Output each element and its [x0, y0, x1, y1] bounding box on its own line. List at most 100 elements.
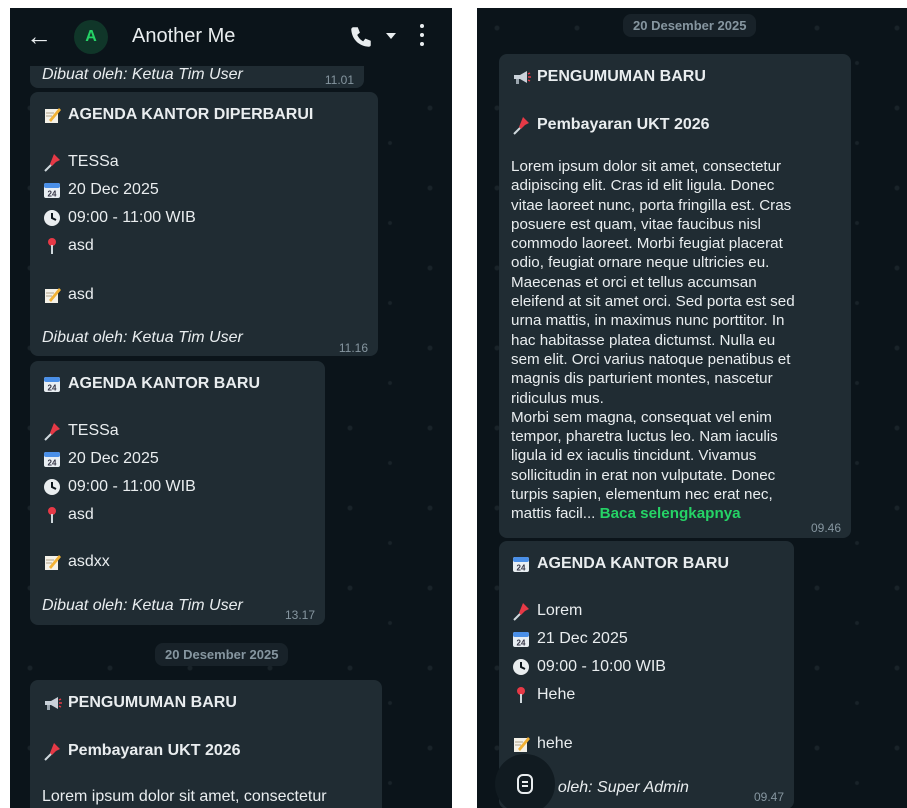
- time-row: 09:00 - 11:00 WIB: [42, 476, 196, 497]
- message-title-row: AGENDA KANTOR DIPERBARUI: [42, 104, 313, 125]
- avatar[interactable]: A: [74, 20, 108, 54]
- clock-icon: [43, 477, 61, 496]
- calendar-icon: [513, 631, 529, 647]
- message-bubble-agenda-updated[interactable]: AGENDA KANTOR DIPERBARUI TESSa 20 Dec 20…: [30, 92, 378, 356]
- subject-row: Pembayaran UKT 2026: [511, 114, 710, 135]
- creator-text: Dibuat oleh: Ketua Tim User: [42, 329, 243, 346]
- date-separator: 20 Desember 2025: [623, 14, 757, 37]
- body-line: tempor, pharetra luctus leo. Nam iaculis: [511, 428, 778, 446]
- memo-icon: [44, 554, 62, 570]
- pushpin-icon: [513, 601, 530, 621]
- chat-screen-left: ← A Another Me Dibuat oleh: Ketua Tim Us…: [10, 8, 452, 808]
- note-text: asdxx: [68, 553, 110, 570]
- body-line: adipiscing elit. Cras id elit ligula. Do…: [511, 177, 775, 195]
- topic-text: TESSa: [68, 153, 119, 170]
- floating-action-button[interactable]: [495, 754, 555, 808]
- location-pin-icon: [47, 505, 57, 524]
- pushpin-icon: [44, 421, 61, 441]
- body-line: sem elit. Orci varius natoque penatibus …: [511, 350, 791, 368]
- body-line: Morbi sem magna, consequat vel enim: [511, 408, 772, 426]
- call-options-chevron-icon[interactable]: [386, 33, 396, 39]
- location-text: asd: [68, 237, 94, 254]
- date-row: 20 Dec 2025: [42, 448, 159, 469]
- creator-text: t oleh: Super Admin: [549, 779, 689, 796]
- topic-row: Lorem: [511, 600, 582, 621]
- location-pin-icon: [47, 236, 57, 255]
- message-time: 11.16: [338, 341, 368, 355]
- subject-row: Pembayaran UKT 2026: [42, 740, 241, 761]
- memo-icon: [44, 107, 62, 123]
- phone-icon[interactable]: [348, 24, 374, 50]
- body-line: Lorem ipsum dolor sit amet, consectetur: [511, 158, 782, 175]
- body-line: turpis sapien, elementum nec erat nec,: [511, 486, 773, 504]
- body-line: commodo laoreet. Morbi feugiat placerat: [511, 235, 783, 253]
- body-line: hac habitasse platea dictumst. Nulla eu: [511, 331, 776, 349]
- subject-text: Pembayaran UKT 2026: [537, 116, 710, 133]
- body-line: ridiculus mus.: [511, 389, 604, 407]
- date-separator: 20 Desember 2025: [155, 643, 289, 666]
- note-row: asd: [42, 284, 94, 305]
- note-text: asd: [68, 286, 94, 303]
- location-text: asd: [68, 506, 94, 523]
- body-truncated-text: mattis facil...: [511, 505, 596, 523]
- announcement-body: Lorem ipsum dolor sit amet, consectetur …: [511, 157, 837, 524]
- memo-icon: [513, 736, 531, 752]
- location-pin-icon: [516, 685, 526, 704]
- topic-text: TESSa: [68, 422, 119, 439]
- body-line: odio, feugiat ornare neque ultricies eu.: [511, 254, 770, 272]
- message-title-row: AGENDA KANTOR BARU: [42, 373, 260, 394]
- message-title: PENGUMUMAN BARU: [68, 694, 237, 711]
- pushpin-icon: [513, 115, 530, 135]
- body-line: vitae laoreet nunc, porta fringilla est.…: [511, 196, 792, 214]
- body-text: Lorem ipsum dolor sit amet, consectetur: [42, 788, 327, 805]
- message-time: 09.47: [753, 790, 784, 804]
- chat-screen-right: 20 Desember 2025 PENGUMUMAN BARU Pembaya…: [477, 8, 907, 808]
- clock-icon: [512, 657, 530, 676]
- body-line: urna mattis, in maximus nunc porttitor. …: [511, 312, 785, 330]
- back-arrow-icon[interactable]: ←: [26, 22, 52, 50]
- body-last-line: mattis facil... Baca selengkapnya: [511, 504, 837, 523]
- avatar-letter: A: [85, 28, 97, 45]
- location-row: Hehe: [511, 684, 575, 705]
- date-text: 21 Dec 2025: [537, 630, 628, 647]
- body-line: magnis dis parturient montes, nascetur: [511, 370, 773, 388]
- message-time: 13.17: [284, 608, 315, 622]
- note-text: hehe: [537, 735, 573, 752]
- message-bubble-agenda-new[interactable]: AGENDA KANTOR BARU TESSa 20 Dec 2025 09:…: [30, 361, 325, 625]
- location-row: asd: [42, 504, 94, 525]
- chat-header: ← A Another Me: [10, 8, 452, 66]
- date-text: 20 Dec 2025: [68, 450, 159, 467]
- date-text: 20 Dec 2025: [68, 181, 159, 198]
- calendar-icon: [513, 556, 529, 572]
- message-title: AGENDA KANTOR BARU: [537, 555, 729, 572]
- time-range-text: 09:00 - 11:00 WIB: [68, 209, 196, 226]
- message-time: 09.46: [810, 521, 841, 535]
- message-title: PENGUMUMAN BARU: [537, 68, 706, 85]
- contact-name[interactable]: Another Me: [132, 25, 235, 48]
- creator-text: Dibuat oleh: Ketua Tim User: [42, 66, 243, 83]
- body-line: ligula id ex iaculis tincidunt. Vivamus: [511, 447, 757, 465]
- body-line: Maecenas et orci et tellus accumsan: [511, 273, 757, 291]
- topic-row: TESSa: [42, 151, 119, 172]
- date-row: 20 Dec 2025: [42, 179, 159, 200]
- time-range-text: 09:00 - 10:00 WIB: [537, 658, 666, 675]
- clock-icon: [43, 208, 61, 227]
- topic-row: TESSa: [42, 420, 119, 441]
- more-options-icon[interactable]: [418, 24, 426, 48]
- creator-text: Dibuat oleh: Ketua Tim User: [42, 597, 243, 614]
- calendar-icon: [44, 451, 60, 467]
- message-bubble-announcement[interactable]: PENGUMUMAN BARU Pembayaran UKT 2026 Lore…: [30, 680, 382, 808]
- time-row: 09:00 - 10:00 WIB: [511, 656, 666, 677]
- body-line: sollicitudin in erat non vulputate. Done…: [511, 466, 776, 484]
- calendar-icon: [44, 182, 60, 198]
- megaphone-icon: [513, 69, 531, 85]
- body-line: posuere est quam, vitae faucibus nisl: [511, 215, 761, 233]
- message-title: AGENDA KANTOR DIPERBARUI: [68, 106, 314, 123]
- message-title-row: PENGUMUMAN BARU: [42, 692, 237, 713]
- pushpin-icon: [44, 741, 61, 761]
- message-bubble-announcement[interactable]: PENGUMUMAN BARU Pembayaran UKT 2026 Lore…: [499, 54, 851, 538]
- read-more-link[interactable]: Baca selengkapnya: [600, 505, 741, 522]
- subject-text: Pembayaran UKT 2026: [68, 742, 241, 759]
- date-row: 21 Dec 2025: [511, 628, 628, 649]
- message-title-row: AGENDA KANTOR BARU: [511, 553, 729, 574]
